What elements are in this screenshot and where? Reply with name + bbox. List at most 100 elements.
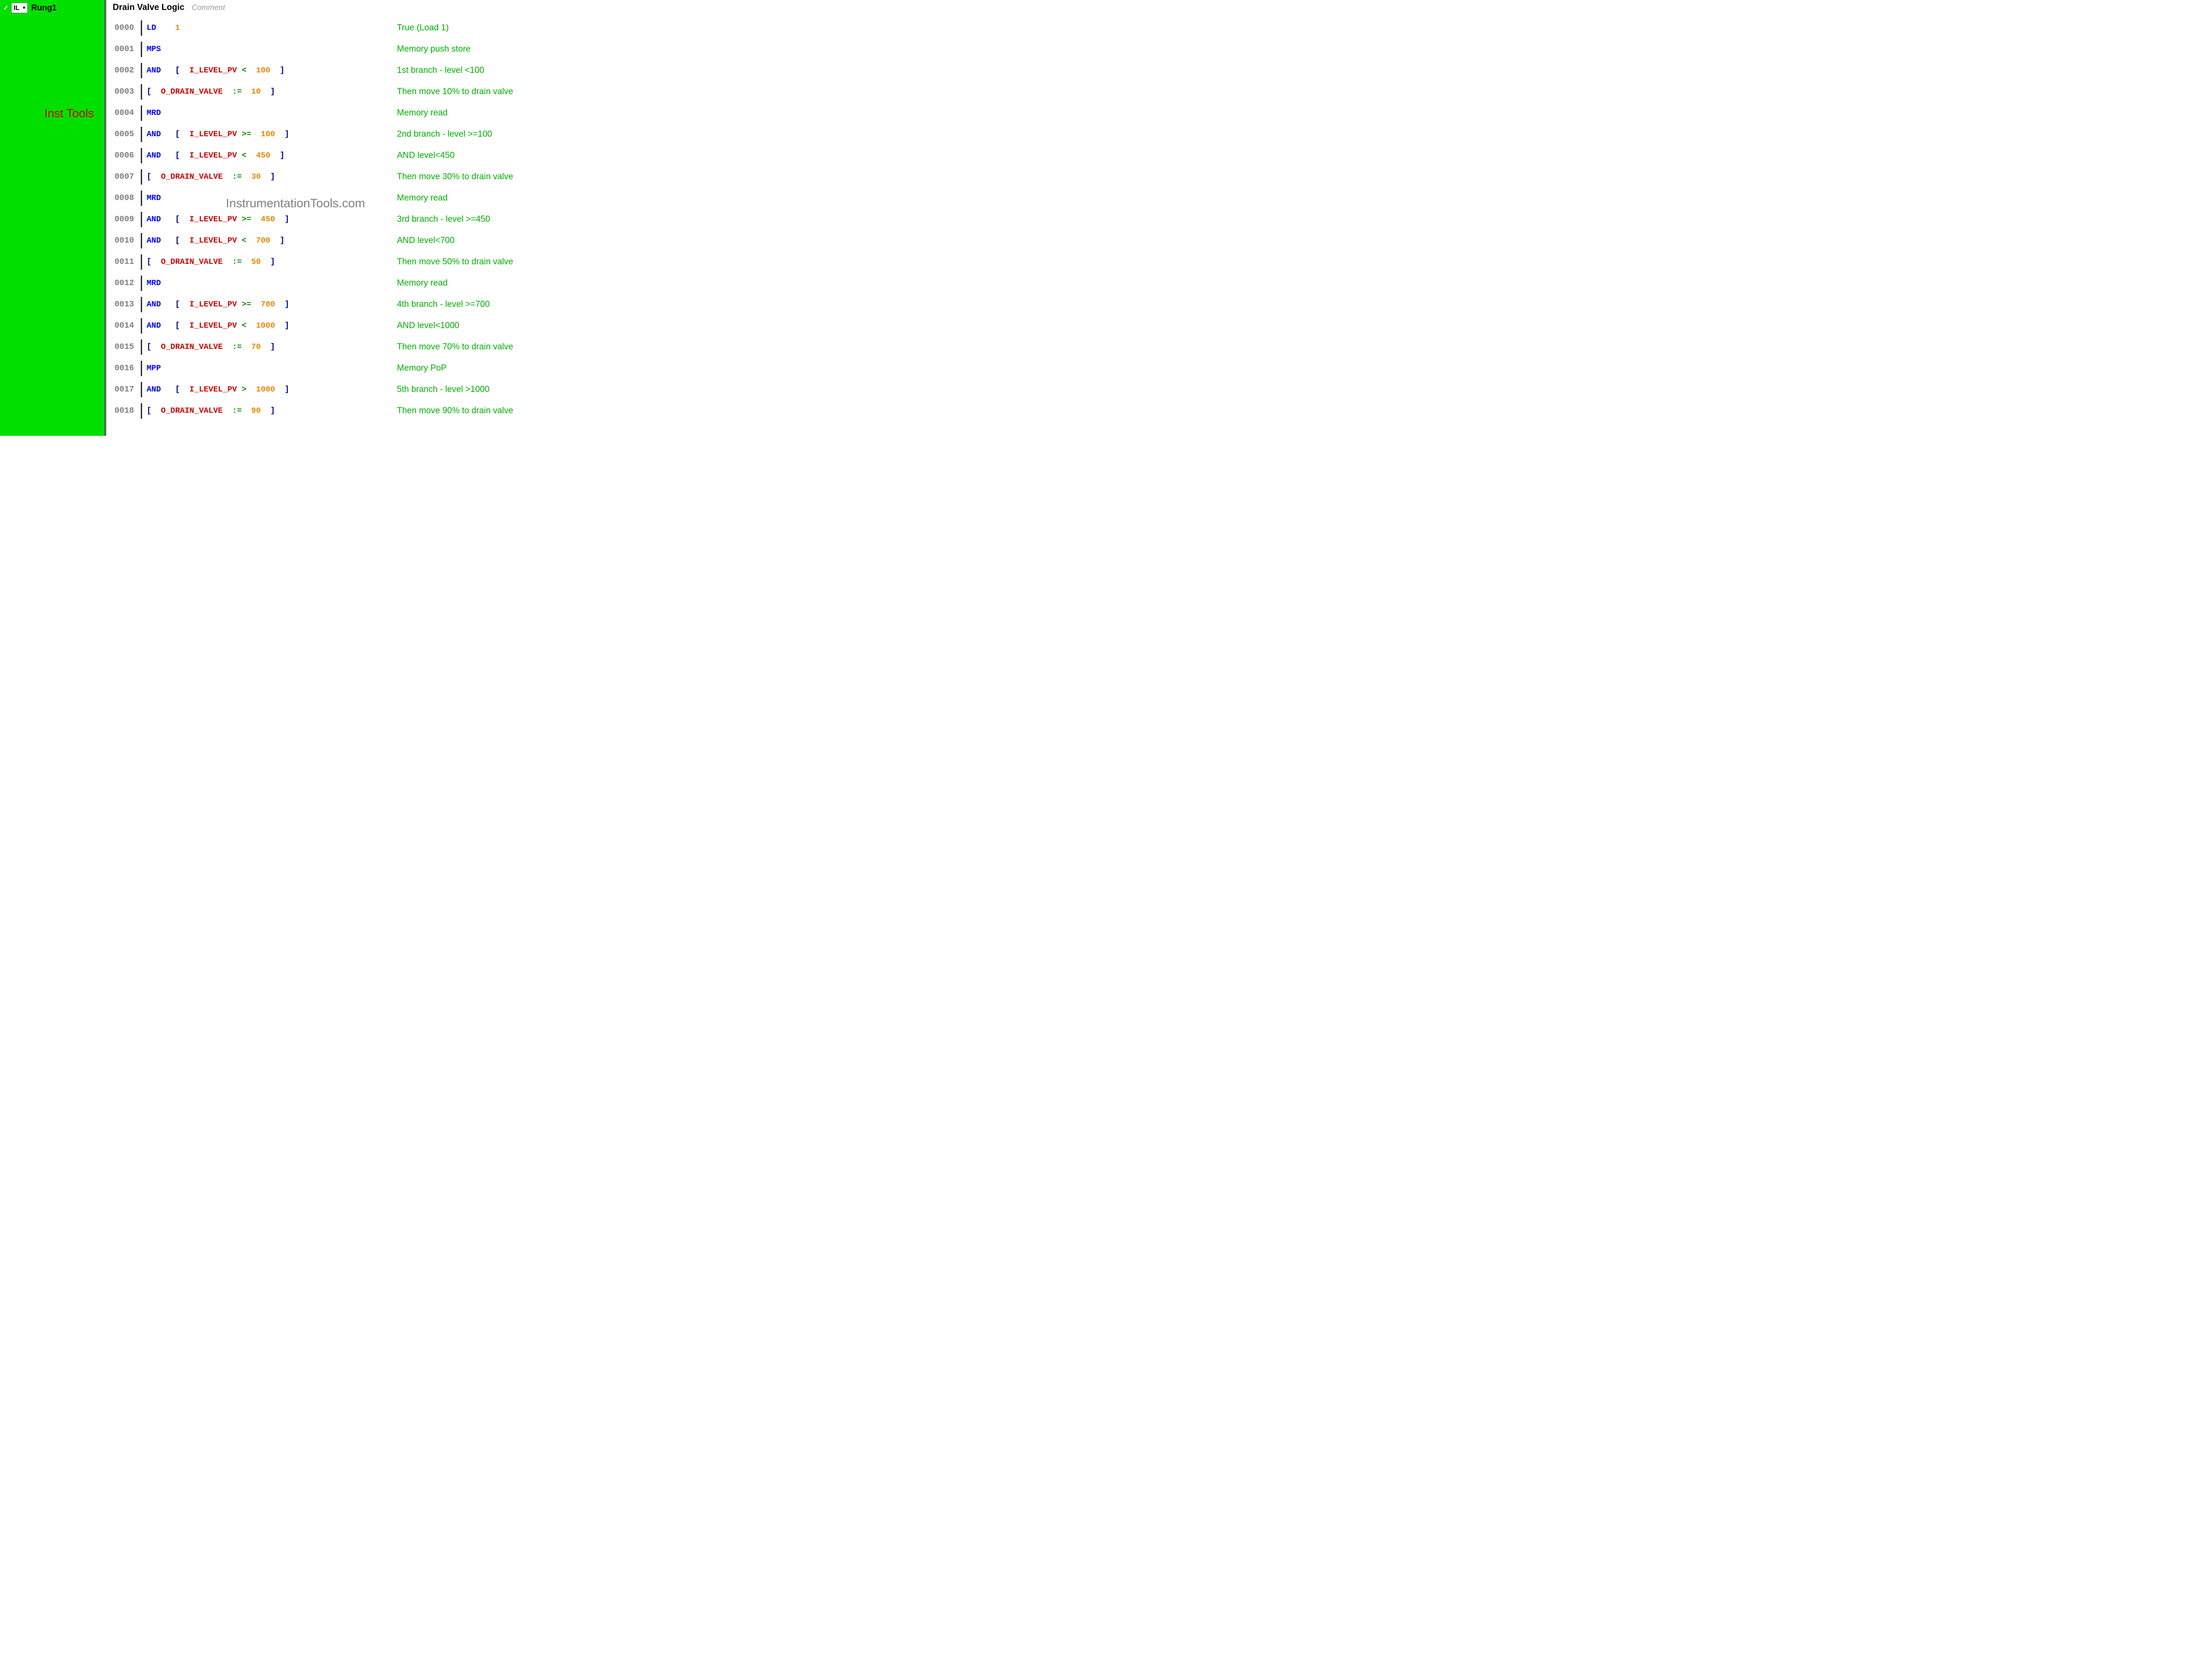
code-line[interactable]: 0010AND [ I_LEVEL_PV < 700 ]AND level<70… — [111, 230, 575, 251]
language-select-wrap[interactable]: IL — [11, 3, 28, 13]
token-navy: [ — [147, 258, 161, 267]
code-tokens[interactable]: [ O_DRAIN_VALVE := 10 ] — [147, 87, 275, 96]
token-red: O_DRAIN_VALVE — [161, 343, 223, 352]
token-blue: LD — [147, 24, 156, 33]
token-sp — [242, 343, 251, 352]
code-tokens[interactable]: MPP — [147, 364, 161, 373]
token-red: O_DRAIN_VALVE — [161, 406, 223, 415]
token-blue: AND — [147, 236, 161, 245]
code-line[interactable]: 0011[ O_DRAIN_VALVE := 50 ]Then move 50%… — [111, 251, 575, 272]
code-line[interactable]: 0007[ O_DRAIN_VALVE := 30 ]Then move 30%… — [111, 166, 575, 187]
token-navy: [ — [147, 87, 161, 96]
token-green: := — [232, 172, 242, 181]
token-red: I_LEVEL_PV — [190, 130, 237, 139]
line-comment: AND level<450 — [397, 151, 454, 161]
token-red: I_LEVEL_PV — [190, 321, 237, 330]
code-editor[interactable]: Drain Valve Logic Comment 0000LD 1True (… — [106, 0, 579, 436]
line-separator — [141, 84, 142, 100]
language-select[interactable]: IL — [11, 3, 28, 13]
token-sp — [242, 87, 251, 96]
token-sp — [275, 321, 285, 330]
code-line[interactable]: 0006AND [ I_LEVEL_PV < 450 ]AND level<45… — [111, 145, 575, 166]
line-comment: Then move 50% to drain valve — [397, 257, 513, 267]
code-tokens[interactable]: [ O_DRAIN_VALVE := 90 ] — [147, 406, 275, 415]
line-separator — [141, 361, 142, 376]
code-tokens[interactable]: MPS — [147, 45, 161, 54]
token-red: I_LEVEL_PV — [190, 236, 237, 245]
token-green: < — [242, 66, 247, 75]
code-tokens[interactable]: [ O_DRAIN_VALVE := 30 ] — [147, 172, 275, 181]
code-tokens[interactable]: MRD — [147, 279, 161, 288]
line-comment: True (Load 1) — [397, 23, 449, 33]
token-navy: [ — [175, 300, 190, 309]
token-orange: 700 — [256, 236, 271, 245]
code-line[interactable]: 0012MRDMemory read — [111, 272, 575, 294]
line-number: 0018 — [111, 406, 138, 415]
line-number: 0010 — [111, 236, 138, 245]
token-navy: ] — [285, 385, 290, 394]
code-line[interactable]: 0000LD 1True (Load 1) — [111, 17, 575, 38]
token-green: := — [232, 258, 242, 267]
line-number: 0012 — [111, 279, 138, 288]
token-sp — [261, 172, 270, 181]
token-orange: 1000 — [256, 385, 275, 394]
code-line[interactable]: 0017AND [ I_LEVEL_PV > 1000 ]5th branch … — [111, 379, 575, 400]
line-separator — [141, 63, 142, 78]
token-orange: 10 — [251, 87, 261, 96]
line-separator — [141, 276, 142, 291]
code-container[interactable]: 0000LD 1True (Load 1)0001MPSMemory push … — [111, 17, 575, 421]
rung-comment-placeholder[interactable]: Comment — [191, 3, 225, 12]
code-line[interactable]: 0004MRDMemory read — [111, 102, 575, 124]
token-orange: 700 — [261, 300, 275, 309]
check-icon: ✓ — [2, 5, 10, 12]
code-tokens[interactable]: LD 1 — [147, 24, 180, 33]
token-red: I_LEVEL_PV — [190, 215, 237, 224]
code-tokens[interactable]: MRD — [147, 109, 161, 118]
token-orange: 100 — [261, 130, 275, 139]
rung-label: Rung1 — [31, 3, 57, 13]
line-number: 0014 — [111, 321, 138, 330]
code-line[interactable]: 0003[ O_DRAIN_VALVE := 10 ]Then move 10%… — [111, 81, 575, 102]
token-sp — [161, 66, 176, 75]
token-green: := — [232, 87, 242, 96]
code-tokens[interactable]: [ O_DRAIN_VALVE := 70 ] — [147, 343, 275, 352]
code-tokens[interactable]: AND [ I_LEVEL_PV < 450 ] — [147, 151, 285, 160]
code-tokens[interactable]: [ O_DRAIN_VALVE := 50 ] — [147, 258, 275, 267]
code-line[interactable]: 0002AND [ I_LEVEL_PV < 100 ]1st branch -… — [111, 60, 575, 81]
line-comment: 3rd branch - level >=450 — [397, 215, 490, 224]
token-green: < — [242, 321, 247, 330]
token-sp — [237, 215, 242, 224]
token-orange: 450 — [256, 151, 271, 160]
token-sp — [161, 236, 176, 245]
line-comment: Memory read — [397, 108, 448, 118]
token-orange: 50 — [251, 258, 261, 267]
code-line[interactable]: 0014AND [ I_LEVEL_PV < 1000 ]AND level<1… — [111, 315, 575, 336]
code-line[interactable]: 0018[ O_DRAIN_VALVE := 90 ]Then move 90%… — [111, 400, 575, 421]
token-green: >= — [242, 130, 251, 139]
code-tokens[interactable]: AND [ I_LEVEL_PV > 1000 ] — [147, 385, 289, 394]
code-tokens[interactable]: AND [ I_LEVEL_PV < 1000 ] — [147, 321, 289, 330]
token-sp — [251, 215, 261, 224]
token-sp — [161, 151, 176, 160]
code-tokens[interactable]: AND [ I_LEVEL_PV >= 450 ] — [147, 215, 289, 224]
code-line[interactable]: 0015[ O_DRAIN_VALVE := 70 ]Then move 70%… — [111, 336, 575, 358]
code-tokens[interactable]: AND [ I_LEVEL_PV >= 100 ] — [147, 130, 289, 139]
code-tokens[interactable]: AND [ I_LEVEL_PV >= 700 ] — [147, 300, 289, 309]
line-comment: Memory push store — [397, 44, 471, 54]
token-sp — [275, 130, 285, 139]
token-sp — [251, 130, 261, 139]
code-line[interactable]: 0009AND [ I_LEVEL_PV >= 450 ]3rd branch … — [111, 209, 575, 230]
code-tokens[interactable]: AND [ I_LEVEL_PV < 100 ] — [147, 66, 285, 75]
token-orange: 90 — [251, 406, 261, 415]
code-line[interactable]: 0008MRDMemory read — [111, 187, 575, 209]
token-red: I_LEVEL_PV — [190, 300, 237, 309]
code-line[interactable]: 0001MPSMemory push store — [111, 38, 575, 60]
line-number: 0016 — [111, 364, 138, 373]
code-line[interactable]: 0005AND [ I_LEVEL_PV >= 100 ]2nd branch … — [111, 124, 575, 145]
code-tokens[interactable]: AND [ I_LEVEL_PV < 700 ] — [147, 236, 285, 245]
code-line[interactable]: 0013AND [ I_LEVEL_PV >= 700 ]4th branch … — [111, 294, 575, 315]
watermark-sidebar: Inst Tools — [44, 106, 94, 120]
code-line[interactable]: 0016MPPMemory PoP — [111, 358, 575, 379]
token-navy: ] — [270, 172, 275, 181]
code-tokens[interactable]: MRD — [147, 194, 161, 203]
